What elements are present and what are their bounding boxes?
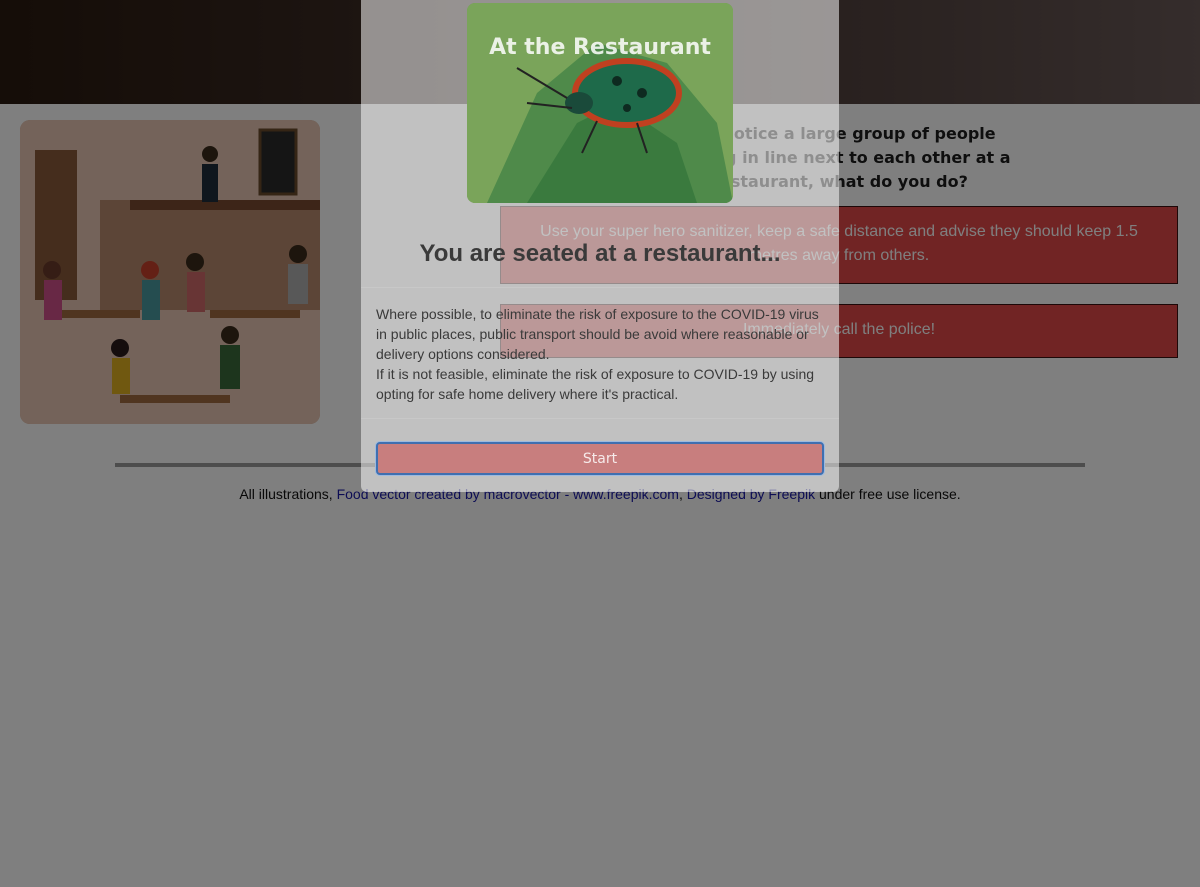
start-button[interactable]: Start [376,442,824,475]
modal-image-title: At the Restaurant [489,35,711,60]
modal-body: Where possible, to eliminate the risk of… [376,304,826,404]
modal-paragraph: If it is not feasible, eliminate the ris… [376,366,815,402]
modal-footer-divider [361,418,839,419]
modal-paragraph: Where possible, to eliminate the risk of… [376,306,819,362]
beetle-photo: At the Restaurant [467,3,733,203]
intro-modal: At the Restaurant You are seated at a re… [361,0,839,492]
modal-title: You are seated at a restaurant... [419,240,781,267]
modal-header-divider [361,287,839,288]
